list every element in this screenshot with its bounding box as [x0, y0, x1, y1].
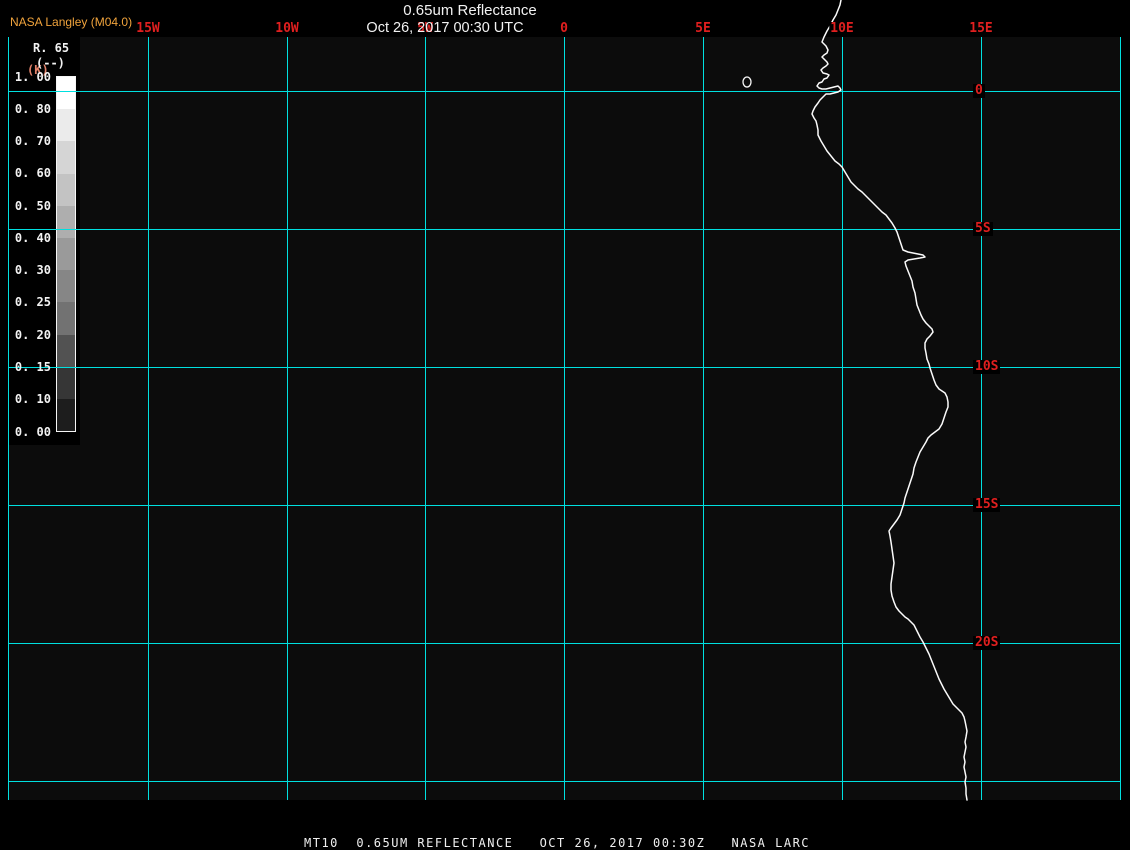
- latitude-gridline: [8, 643, 1121, 644]
- longitude-label: 10E: [829, 21, 855, 36]
- longitude-label: 10W: [274, 21, 300, 36]
- colorbar-tick-label: 0. 25: [14, 295, 51, 310]
- footer-caption: MT10 0.65UM REFLECTANCE OCT 26, 2017 00:…: [304, 836, 811, 850]
- colorbar-segment: [57, 398, 75, 432]
- colorbar-tick-label: 0. 20: [14, 327, 51, 342]
- latitude-label: 10S: [973, 359, 1001, 374]
- longitude-gridline: [8, 37, 9, 800]
- longitude-gridline: [564, 37, 565, 800]
- colorbar-segment: [57, 366, 75, 399]
- colorbar-segment: [57, 334, 75, 367]
- latitude-label: 20S: [973, 635, 1001, 650]
- colorbar-tick-label: 0. 50: [14, 198, 51, 213]
- longitude-gridline: [148, 37, 149, 800]
- page-title: 0.65um Reflectance: [403, 2, 537, 19]
- latitude-label: 5S: [973, 221, 993, 236]
- nasa-langley-brand-label: NASA Langley (M04.0): [10, 15, 133, 29]
- colorbar-segment: [57, 109, 75, 142]
- colorbar: [56, 76, 76, 432]
- colorbar-subtitle: (--): [36, 56, 65, 70]
- longitude-gridline: [425, 37, 426, 800]
- longitude-label: 5E: [694, 21, 712, 36]
- latitude-label: 15S: [973, 497, 1001, 512]
- colorbar-segment: [57, 205, 75, 238]
- colorbar-tick-label: 0. 60: [14, 166, 51, 181]
- longitude-gridline: [981, 37, 982, 800]
- timestamp-subtitle: Oct 26, 2017 00:30 UTC: [366, 20, 524, 36]
- colorbar-segment: [57, 77, 75, 110]
- longitude-gridline: [703, 37, 704, 800]
- longitude-label: 15E: [968, 21, 994, 36]
- latitude-gridline: [8, 505, 1121, 506]
- colorbar-segment: [57, 302, 75, 335]
- colorbar-tick-label: 0. 80: [14, 101, 51, 116]
- colorbar-title: R. 65: [33, 41, 70, 55]
- longitude-gridline: [842, 37, 843, 800]
- latitude-gridline: [8, 91, 1121, 92]
- latitude-label: 0: [973, 83, 985, 98]
- colorbar-segment: [57, 237, 75, 271]
- colorbar-segment: [57, 270, 75, 303]
- latitude-gridline: [8, 367, 1121, 368]
- satellite-viewer-canvas: R. 65 (--) (K) 1. 00 0. 80 0. 70 0. 60 0. 50…: [0, 0, 1130, 850]
- colorbar-tick-label: 0. 10: [14, 392, 51, 407]
- latitude-gridline: [8, 229, 1121, 230]
- colorbar-tick-label: 0. 15: [14, 359, 51, 374]
- latitude-gridline: [8, 781, 1121, 782]
- colorbar-tick-label: 0. 70: [14, 134, 51, 149]
- longitude-gridline: [287, 37, 288, 800]
- colorbar-tick-label: 0. 30: [14, 263, 51, 278]
- longitude-label: 15W: [135, 21, 161, 36]
- longitude-gridline: [1120, 37, 1121, 800]
- colorbar-tick-label: 0. 40: [14, 230, 51, 245]
- colorbar-segment: [57, 141, 75, 174]
- colorbar-tick-label: 0. 00: [14, 424, 51, 439]
- colorbar-segment: [57, 173, 75, 206]
- longitude-label: 0: [559, 21, 569, 36]
- colorbar-tick-label: 1. 00: [14, 69, 51, 84]
